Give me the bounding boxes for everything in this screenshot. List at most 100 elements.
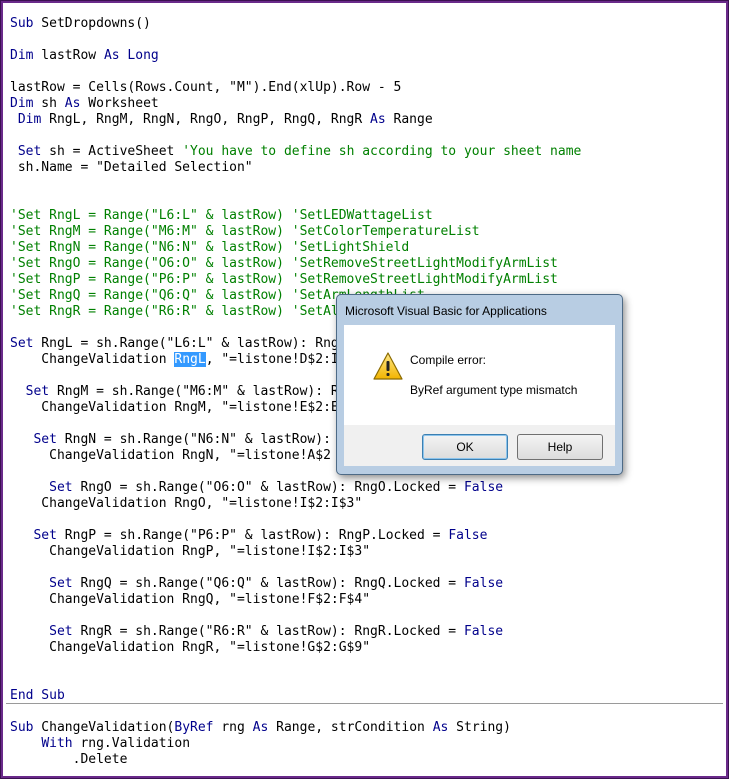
code-token: Dim	[17, 112, 42, 127]
code-line[interactable]: Set RngR = sh.Range("R6:R" & lastRow): R…	[10, 624, 581, 640]
code-token: 'Set RngN = Range("N6:N" & lastRow) 'Set…	[10, 240, 410, 255]
code-line[interactable]: ChangeValidation RngO, "=listone!I$2:I$3…	[10, 496, 581, 512]
code-token: 'Set RngL = Range("L6:L" & lastRow) 'Set…	[10, 208, 433, 223]
dialog-body: Compile error: ByRef argument type misma…	[344, 325, 615, 425]
code-token: Worksheet	[80, 96, 159, 111]
code-token: Range	[385, 112, 433, 127]
code-line[interactable]: 'Set RngO = Range("O6:O" & lastRow) 'Set…	[10, 256, 581, 272]
code-token: With	[41, 736, 73, 751]
code-token: ChangeValidation RngR, "=listone!G$2:G$9…	[10, 640, 371, 655]
code-token: Set	[10, 336, 34, 351]
compile-error-dialog: Microsoft Visual Basic for Applications …	[336, 294, 623, 475]
code-line[interactable]: End Sub	[10, 688, 581, 704]
code-token: Set	[49, 624, 73, 639]
code-line[interactable]: ChangeValidation RngP, "=listone!I$2:I$3…	[10, 544, 581, 560]
code-line[interactable]: Sub ChangeValidation(ByRef rng As Range,…	[10, 720, 581, 736]
code-token: As	[64, 96, 81, 111]
code-token: Dim	[10, 48, 34, 63]
code-token: Set	[33, 528, 57, 543]
code-token: sh = ActiveSheet	[41, 144, 183, 159]
error-message: ByRef argument type mismatch	[410, 383, 578, 397]
code-line[interactable]: Dim sh As Worksheet	[10, 96, 581, 112]
code-line[interactable]: lastRow = Cells(Rows.Count, "M").End(xlU…	[10, 80, 581, 96]
code-token: 'You have to define sh according to your…	[182, 144, 582, 159]
dialog-button-bar: OK Help	[344, 425, 615, 466]
code-line[interactable]: With rng.Validation	[10, 736, 581, 752]
code-line[interactable]	[10, 656, 581, 672]
code-line[interactable]: sh.Name = "Detailed Selection"	[10, 160, 581, 176]
code-token: As Long	[103, 48, 159, 63]
help-button[interactable]: Help	[517, 434, 603, 460]
code-token: As	[370, 112, 386, 127]
code-line[interactable]: Dim RngL, RngM, RngN, RngO, RngP, RngQ, …	[10, 112, 581, 128]
code-line[interactable]	[10, 32, 581, 48]
code-token: RngR = sh.Range("R6:R" & lastRow): RngR.…	[72, 624, 464, 639]
code-token: 'Set RngM = Range("M6:M" & lastRow) 'Set…	[10, 224, 480, 239]
code-line[interactable]	[10, 560, 581, 576]
code-line[interactable]: 'Set RngL = Range("L6:L" & lastRow) 'Set…	[10, 208, 581, 224]
code-token: Set	[25, 384, 50, 399]
code-line[interactable]	[10, 192, 581, 208]
code-line[interactable]: 'Set RngP = Range("P6:P" & lastRow) 'Set…	[10, 272, 581, 288]
code-token: ChangeValidation(	[33, 720, 175, 735]
code-token: RngP = sh.Range("P6:P" & lastRow): RngP.…	[56, 528, 449, 543]
code-line[interactable]	[10, 64, 581, 80]
code-token: False	[463, 624, 504, 639]
code-line[interactable]	[10, 128, 581, 144]
code-line[interactable]	[10, 512, 581, 528]
code-token: RngL = sh.Range("L6:L" & lastRow): Rng	[33, 336, 339, 351]
code-line[interactable]: ChangeValidation RngR, "=listone!G$2:G$9…	[10, 640, 581, 656]
code-token: RngN = sh.Range("N6:N" & lastRow):	[56, 432, 331, 447]
code-line[interactable]: 'Set RngN = Range("N6:N" & lastRow) 'Set…	[10, 240, 581, 256]
code-token: False	[448, 528, 488, 543]
code-token: ChangeValidation	[10, 352, 175, 367]
code-token: As	[252, 720, 269, 735]
code-line[interactable]: Set RngP = sh.Range("P6:P" & lastRow): R…	[10, 528, 581, 544]
code-token: 'Set RngO = Range("O6:O" & lastRow) 'Set…	[10, 256, 558, 271]
code-line[interactable]	[10, 608, 581, 624]
code-token: As	[432, 720, 449, 735]
dialog-title: Microsoft Visual Basic for Applications	[345, 304, 547, 318]
code-line[interactable]: Set sh = ActiveSheet 'You have to define…	[10, 144, 582, 160]
code-token: Set	[49, 480, 73, 495]
code-token: 'Set RngR = Range("R6:R" & lastRow) 'Set…	[10, 304, 339, 319]
code-token: ChangeValidation RngQ, "=listone!F$2:F$4…	[10, 592, 371, 607]
code-token: sh	[33, 96, 65, 111]
code-line[interactable]	[10, 672, 581, 688]
selected-token: RngL	[174, 352, 206, 367]
code-token: Range, strCondition	[268, 720, 433, 735]
code-token: Set	[33, 432, 57, 447]
code-line[interactable]: Set RngQ = sh.Range("Q6:Q" & lastRow): R…	[10, 576, 581, 592]
code-line[interactable]: ChangeValidation RngQ, "=listone!F$2:F$4…	[10, 592, 581, 608]
code-token: RngM = sh.Range("M6:M" & lastRow): R	[49, 384, 339, 399]
error-heading: Compile error:	[410, 353, 487, 367]
code-line[interactable]: Sub SetDropdowns()	[10, 16, 581, 32]
code-token: RngO = sh.Range("O6:O" & lastRow): RngO.…	[72, 480, 464, 495]
procedure-separator	[6, 703, 723, 704]
code-line[interactable]: Dim lastRow As Long	[10, 48, 581, 64]
code-token: ByRef	[174, 720, 214, 735]
code-line[interactable]: 'Set RngM = Range("M6:M" & lastRow) 'Set…	[10, 224, 581, 240]
code-token: RngQ = sh.Range("Q6:Q" & lastRow): RngQ.…	[72, 576, 464, 591]
code-token: Dim	[10, 96, 34, 111]
code-line[interactable]: .Delete	[10, 752, 581, 768]
code-token: ChangeValidation RngP, "=listone!I$2:I$3…	[10, 544, 371, 559]
code-token: False	[463, 576, 504, 591]
code-token: lastRow	[33, 48, 104, 63]
code-line[interactable]	[10, 704, 581, 720]
code-token: String)	[448, 720, 511, 735]
code-token: ChangeValidation RngN, "=listone!A$2	[10, 448, 331, 463]
code-line[interactable]	[10, 176, 581, 192]
ok-button[interactable]: OK	[422, 434, 508, 460]
code-token: , "=listone!D$2:I	[205, 352, 339, 367]
code-token: .Delete	[10, 752, 128, 767]
code-token: End Sub	[10, 688, 65, 703]
code-line[interactable]: Set RngO = sh.Range("O6:O" & lastRow): R…	[10, 480, 581, 496]
code-token: RngL, RngM, RngN, RngO, RngP, RngQ, RngR	[41, 112, 371, 127]
